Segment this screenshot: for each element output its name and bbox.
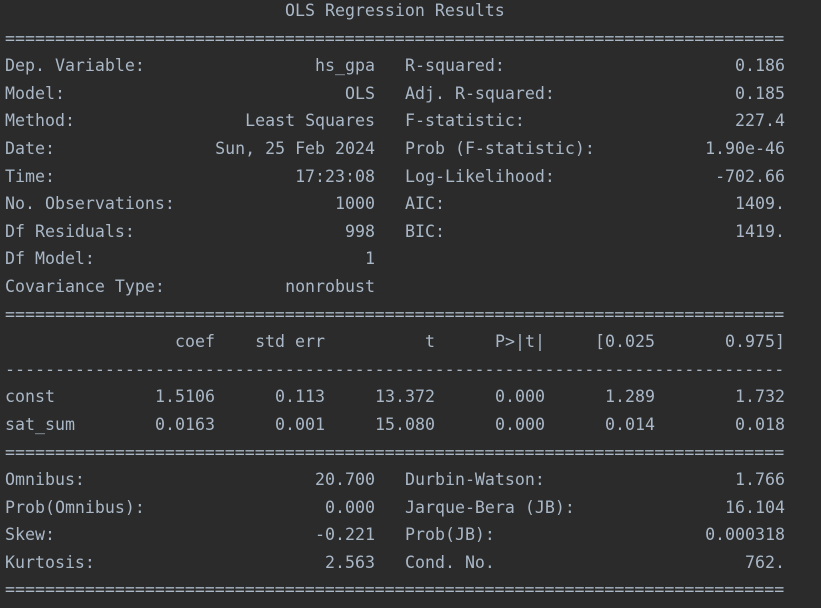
summary-row: Df Model: 1 — [5, 245, 795, 273]
ci-high-value: 0.018 — [735, 414, 785, 434]
separator-double: ========================================… — [5, 442, 785, 462]
stat-value: 1.90e-46 — [705, 138, 785, 158]
coef-row: const 1.5106 0.113 13.372 0.000 1.289 1.732 — [5, 383, 795, 411]
summary-row: Method: Least Squares F-statistic: 227.4 — [5, 107, 795, 135]
summary-row: Covariance Type: nonrobust — [5, 273, 795, 301]
stat-value: 227.4 — [735, 111, 785, 131]
coef-header-row: coef std err t P>|t| [0.025 0.975] — [5, 328, 795, 356]
separator-double: ========================================… — [5, 304, 785, 324]
stat-value: 1 — [365, 249, 375, 269]
separator-single: ----------------------------------------… — [5, 359, 785, 379]
coef-row: sat_sum 0.0163 0.001 15.080 0.000 0.014 0.018 — [5, 411, 795, 439]
diagnostics-row: Skew: -0.221 Prob(JB): 0.000318 — [5, 521, 795, 549]
separator-double: ========================================… — [5, 580, 785, 600]
results-title: OLS Regression Results — [285, 1, 505, 20]
summary-row: Time: 17:23:08 Log-Likelihood: -702.66 — [5, 163, 795, 191]
ci-high-value: 1.732 — [735, 387, 785, 407]
stat-value: 0.186 — [735, 56, 785, 76]
header-ci-high: 0.975] — [725, 332, 785, 352]
diagnostics-row: Prob(Omnibus): 0.000 Jarque-Bera (JB): 16.1… — [5, 494, 795, 522]
summary-row: No. Observations: 1000 AIC: 1409. — [5, 190, 795, 218]
diagnostics-row: Kurtosis: 2.563 Cond. No. 762. — [5, 549, 795, 577]
stat-value: 762. — [745, 552, 785, 572]
summary-row: Dep. Variable: hs_gpa R-squared: 0.186 — [5, 52, 795, 80]
stat-value: 0.000318 — [705, 525, 785, 545]
summary-row: Df Residuals: 998 BIC: 1419. — [5, 218, 795, 246]
separator-double: ========================================… — [5, 28, 785, 48]
stat-value: 1409. — [735, 194, 785, 214]
stat-value: nonrobust — [285, 276, 375, 296]
stat-value: 16.104 — [725, 497, 785, 517]
stat-value: -702.66 — [715, 166, 785, 186]
stat-value: 0.185 — [735, 83, 785, 103]
diagnostics-row: Omnibus: 20.700 Durbin-Watson: 1.766 — [5, 466, 795, 494]
summary-row: Model: OLS Adj. R-squared: 0.185 — [5, 80, 795, 108]
ols-results-output: OLS Regression Results =================… — [5, 0, 795, 604]
stat-value: 1419. — [735, 221, 785, 241]
stat-value: 1.766 — [735, 470, 785, 490]
summary-row: Date: Sun, 25 Feb 2024 Prob (F-statistic):… — [5, 135, 795, 163]
